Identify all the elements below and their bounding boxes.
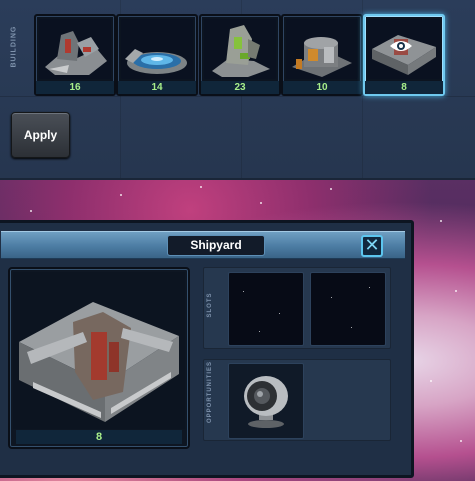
building-count: 10 (283, 81, 361, 94)
building-count: 16 (36, 81, 114, 94)
opportunities-label: OPPORTUNITIES (207, 360, 213, 423)
building-count: 8 (365, 81, 443, 94)
building-thumbnail (39, 19, 111, 79)
shipyard-dialog: Shipyard ✕ 8 SLOTS OPPORTUNITIES (0, 220, 414, 478)
building-card-1[interactable]: 16 (34, 14, 116, 96)
dialog-title: Shipyard (167, 235, 265, 256)
building-card-2[interactable]: 14 (116, 14, 198, 96)
building-card-shipyard[interactable]: 8 (363, 14, 445, 96)
slots-section: SLOTS (203, 267, 391, 349)
close-button[interactable]: ✕ (361, 235, 383, 257)
slots-label: SLOTS (207, 292, 213, 318)
building-count: 8 (16, 430, 182, 444)
close-icon: ✕ (364, 235, 380, 256)
opportunity-item[interactable] (228, 363, 304, 439)
building-count: 23 (201, 81, 279, 94)
empty-slot[interactable] (310, 272, 386, 346)
opportunities-section: OPPORTUNITIES (203, 359, 391, 441)
building-label: BUILDING (10, 25, 18, 68)
building-thumbnail (286, 19, 358, 79)
building-card-3[interactable]: 23 (199, 14, 281, 96)
building-thumbnail (121, 19, 193, 79)
apply-button[interactable]: Apply (11, 112, 70, 158)
eye-icon[interactable] (389, 38, 413, 59)
speaker-icon (229, 376, 303, 442)
building-count: 14 (118, 81, 196, 94)
building-panel: BUILDING 16 14 23 10 8 Apply (0, 0, 475, 180)
shipyard-image (13, 272, 185, 429)
building-thumbnail (204, 19, 276, 79)
building-card-4[interactable]: 10 (281, 14, 363, 96)
dialog-header: Shipyard (1, 231, 405, 259)
empty-slot[interactable] (228, 272, 304, 346)
building-preview: 8 (8, 267, 190, 449)
